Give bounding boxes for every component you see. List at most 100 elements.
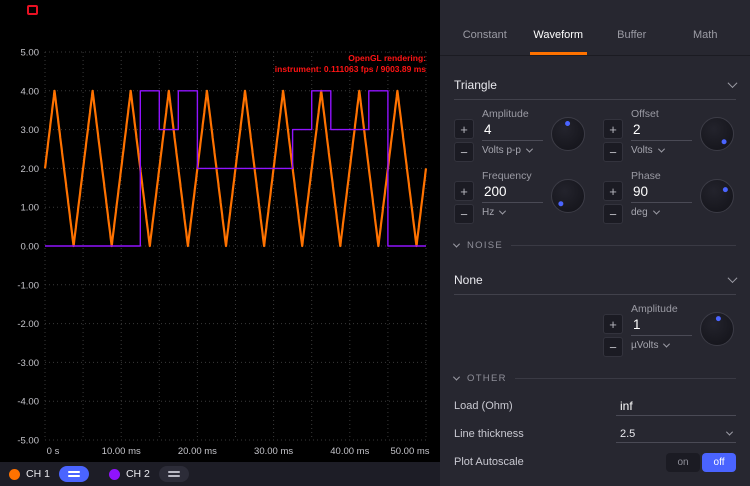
plot-autoscale-toggle: on off <box>666 453 736 472</box>
opengl-status-line2: instrument: 0.111063 fps / 9003.89 ms <box>275 64 426 75</box>
amplitude-unit-select[interactable]: Volts p-p <box>482 145 543 156</box>
chevron-down-icon <box>663 341 670 348</box>
offset-decrement-button[interactable]: − <box>603 142 623 162</box>
load-input[interactable] <box>616 397 736 416</box>
svg-text:3.00: 3.00 <box>21 125 40 136</box>
svg-text:2.00: 2.00 <box>21 164 40 175</box>
channel-bar: CH 1 CH 2 <box>0 462 440 486</box>
svg-text:-4.00: -4.00 <box>17 397 39 408</box>
noise-type-value: None <box>454 273 483 287</box>
chevron-down-icon <box>726 429 733 436</box>
opengl-status-line1: OpenGL rendering: <box>275 53 426 64</box>
offset-increment-button[interactable]: + <box>603 119 623 139</box>
knob-indicator-dot <box>564 121 569 126</box>
chevron-down-icon <box>658 146 665 153</box>
tab-math[interactable]: Math <box>669 0 743 55</box>
knob-indicator-dot <box>715 316 720 321</box>
phase-unit-value: deg <box>631 207 648 218</box>
offset-unit-select[interactable]: Volts <box>631 145 692 156</box>
offset-unit-value: Volts <box>631 145 653 156</box>
noise-type-select[interactable]: None <box>454 265 736 295</box>
svg-text:20.00 ms: 20.00 ms <box>178 446 217 457</box>
svg-text:-2.00: -2.00 <box>17 319 39 330</box>
noise-amplitude-unit-select[interactable]: µVolts <box>631 340 692 351</box>
amplitude-decrement-button[interactable]: − <box>454 142 474 162</box>
tab-constant[interactable]: Constant <box>448 0 522 55</box>
chevron-down-icon <box>499 208 506 215</box>
phase-unit-select[interactable]: deg <box>631 207 692 218</box>
tab-waveform[interactable]: Waveform <box>522 0 596 55</box>
collapse-chevron-icon <box>453 374 460 381</box>
svg-text:10.00 ms: 10.00 ms <box>102 446 141 457</box>
amplitude-control: + − Amplitude 4 Volts p-p <box>454 108 587 162</box>
line-thickness-row: Line thickness 2.5 <box>454 420 736 448</box>
noise-amplitude-value[interactable]: 1 <box>631 315 692 336</box>
opengl-warning-icon <box>27 5 38 15</box>
collapse-chevron-icon <box>453 241 460 248</box>
tab-buffer[interactable]: Buffer <box>595 0 669 55</box>
waveform-plot: 5.004.003.002.001.000.00-1.00-2.00-3.00-… <box>0 0 440 462</box>
phase-value[interactable]: 90 <box>631 182 692 203</box>
frequency-decrement-button[interactable]: − <box>454 204 474 224</box>
phase-label: Phase <box>631 170 692 182</box>
menu-bar-icon <box>68 471 80 473</box>
amplitude-label: Amplitude <box>482 108 543 120</box>
frequency-unit-select[interactable]: Hz <box>482 207 543 218</box>
offset-value[interactable]: 2 <box>631 120 692 141</box>
chevron-down-icon <box>728 78 738 88</box>
noise-amplitude-decrement-button[interactable]: − <box>603 337 623 357</box>
svg-text:50.00 ms: 50.00 ms <box>390 446 429 457</box>
noise-controls: + − Amplitude 1 µVolts <box>440 295 750 357</box>
line-thickness-value: 2.5 <box>620 428 635 440</box>
svg-text:40.00 ms: 40.00 ms <box>330 446 369 457</box>
offset-knob[interactable] <box>700 117 734 151</box>
ch2-color-dot[interactable] <box>109 469 120 480</box>
noise-section-header[interactable]: NOISE <box>454 240 736 251</box>
load-row: Load (Ohm) <box>454 392 736 420</box>
menu-bar-icon <box>168 471 180 473</box>
frequency-increment-button[interactable]: + <box>454 181 474 201</box>
opengl-status: OpenGL rendering: instrument: 0.111063 f… <box>275 53 426 75</box>
other-section-header[interactable]: OTHER <box>454 373 736 384</box>
offset-label: Offset <box>631 108 692 120</box>
other-section-label: OTHER <box>467 373 507 384</box>
waveform-type-value: Triangle <box>454 78 497 92</box>
noise-amplitude-increment-button[interactable]: + <box>603 314 623 334</box>
chevron-down-icon <box>653 208 660 215</box>
amplitude-value[interactable]: 4 <box>482 120 543 141</box>
ch1-settings-icon[interactable] <box>59 466 89 482</box>
frequency-knob[interactable] <box>551 179 585 213</box>
noise-amplitude-knob[interactable] <box>700 312 734 346</box>
noise-amplitude-control: + − Amplitude 1 µVolts <box>603 303 736 357</box>
menu-bar-icon <box>68 475 80 477</box>
autoscale-on-button[interactable]: on <box>666 453 700 472</box>
plot-autoscale-label: Plot Autoscale <box>454 456 524 468</box>
line-thickness-label: Line thickness <box>454 428 524 440</box>
phase-increment-button[interactable]: + <box>603 181 623 201</box>
signal-generator-window: 5.004.003.002.001.000.00-1.00-2.00-3.00-… <box>0 0 750 486</box>
ch1-label: CH 1 <box>26 468 50 480</box>
noise-section-label: NOISE <box>467 240 503 251</box>
plot-autoscale-row: Plot Autoscale on off <box>454 448 736 476</box>
noise-amplitude-label: Amplitude <box>631 303 692 315</box>
frequency-control: + − Frequency 200 Hz <box>454 170 587 224</box>
svg-text:-1.00: -1.00 <box>17 280 39 291</box>
svg-text:-5.00: -5.00 <box>17 436 39 447</box>
autoscale-off-button[interactable]: off <box>702 453 736 472</box>
svg-text:0 s: 0 s <box>47 446 60 457</box>
section-divider <box>515 378 736 379</box>
noise-amplitude-unit-value: µVolts <box>631 340 658 351</box>
amplitude-increment-button[interactable]: + <box>454 119 474 139</box>
ch1-color-dot[interactable] <box>9 469 20 480</box>
line-thickness-select[interactable]: 2.5 <box>616 426 736 443</box>
frequency-value[interactable]: 200 <box>482 182 543 203</box>
load-label: Load (Ohm) <box>454 400 513 412</box>
phase-knob[interactable] <box>700 179 734 213</box>
signal-type-tabs: Constant Waveform Buffer Math <box>440 0 750 56</box>
amplitude-unit-value: Volts p-p <box>482 145 521 156</box>
settings-panel: Constant Waveform Buffer Math Triangle +… <box>440 0 750 486</box>
amplitude-knob[interactable] <box>551 117 585 151</box>
ch2-settings-icon[interactable] <box>159 466 189 482</box>
waveform-type-select[interactable]: Triangle <box>454 70 736 100</box>
phase-decrement-button[interactable]: − <box>603 204 623 224</box>
